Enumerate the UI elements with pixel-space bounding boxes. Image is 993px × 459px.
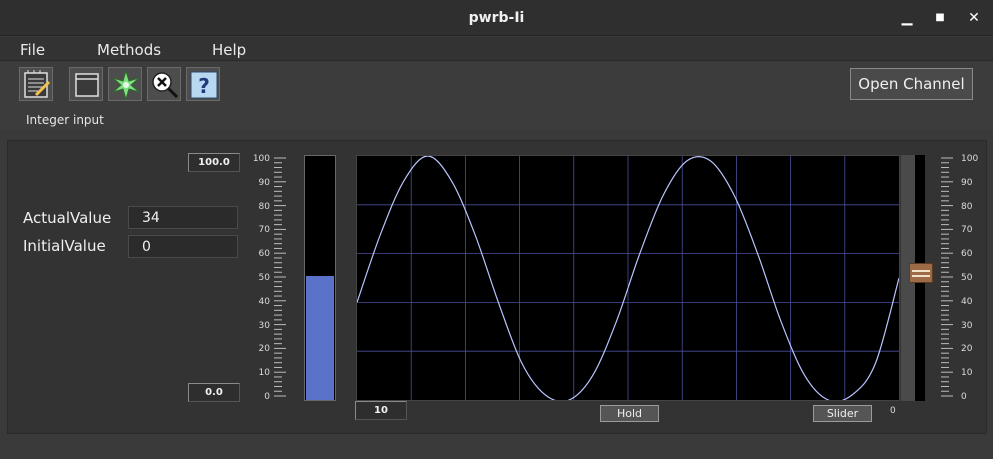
right-scale-label: 30	[961, 320, 973, 331]
bar-max-field[interactable]: 100.0	[188, 153, 240, 172]
right-scale-label: 40	[961, 296, 973, 307]
toolbar: ? Open Channel Integer input	[0, 62, 993, 130]
notepad-button[interactable]	[19, 67, 53, 101]
left-scale-label: 90	[258, 177, 270, 188]
menu-bar: File Methods Help	[0, 37, 993, 61]
actual-value-field: 34	[128, 206, 238, 229]
right-scale-label: 60	[961, 249, 973, 260]
left-scale-label: 40	[258, 296, 270, 307]
slider-min-label: 0	[890, 406, 896, 416]
zoom-reset-button[interactable]	[147, 67, 181, 101]
right-scale-label: 0	[961, 392, 967, 402]
maximize-button[interactable]: ■	[930, 8, 950, 28]
hold-button[interactable]: Hold	[600, 405, 659, 422]
right-scale-label: 100	[961, 154, 979, 164]
slider-knob[interactable]	[909, 263, 933, 284]
left-scale-label: 50	[258, 273, 270, 283]
left-scale-label: 30	[258, 320, 270, 331]
value-bar	[304, 155, 336, 401]
initial-value-label: InitialValue	[23, 237, 106, 255]
right-scale-label: 50	[961, 273, 973, 283]
help-button[interactable]: ?	[186, 67, 220, 101]
close-button[interactable]: ✕	[964, 8, 984, 28]
star-burst-icon	[112, 70, 140, 100]
time-range-field[interactable]: 10	[355, 401, 407, 420]
right-scale-label: 90	[961, 177, 973, 188]
left-scale-label: 100	[252, 154, 270, 164]
starburst-button[interactable]	[108, 67, 142, 101]
right-scale-label: 80	[961, 201, 973, 212]
menu-file[interactable]: File	[20, 41, 45, 59]
left-scale-label: 20	[258, 344, 270, 355]
left-scale-label: 10	[258, 368, 270, 379]
left-scale-label: 0	[264, 392, 270, 402]
trend-plot	[356, 155, 900, 403]
left-scale-label: 80	[258, 201, 270, 212]
slider-button[interactable]: Slider	[813, 405, 872, 422]
bar-min-field[interactable]: 0.0	[188, 383, 240, 402]
initial-value-field[interactable]: 0	[128, 235, 238, 258]
zoom-reset-icon	[152, 72, 179, 99]
main-panel: ActualValue 34 InitialValue 0 100.0 0.0 …	[7, 140, 987, 434]
status-text: Integer input	[26, 113, 104, 127]
right-scale-label: 20	[961, 344, 973, 355]
window-button[interactable]	[69, 67, 103, 101]
menu-methods[interactable]: Methods	[97, 41, 161, 59]
menu-help[interactable]: Help	[212, 41, 246, 59]
window-icon	[75, 73, 99, 97]
svg-text:?: ?	[198, 74, 210, 98]
help-icon: ?	[190, 71, 218, 99]
left-scale-label: 60	[258, 249, 270, 260]
left-scale-label: 70	[258, 225, 270, 236]
window-title: pwrb-Ii	[468, 10, 525, 26]
right-ruler	[941, 157, 953, 397]
notepad-icon	[24, 70, 51, 98]
right-scale-label: 70	[961, 225, 973, 236]
trend-chart	[356, 155, 900, 403]
right-scale-label: 10	[961, 368, 973, 379]
value-bar-fill	[306, 275, 334, 400]
minimize-button[interactable]: ▁	[897, 8, 917, 28]
title-bar: pwrb-Ii ▁ ■ ✕	[0, 0, 993, 36]
left-ruler	[274, 157, 286, 397]
actual-value-label: ActualValue	[23, 209, 112, 227]
open-channel-button[interactable]: Open Channel	[850, 68, 973, 100]
